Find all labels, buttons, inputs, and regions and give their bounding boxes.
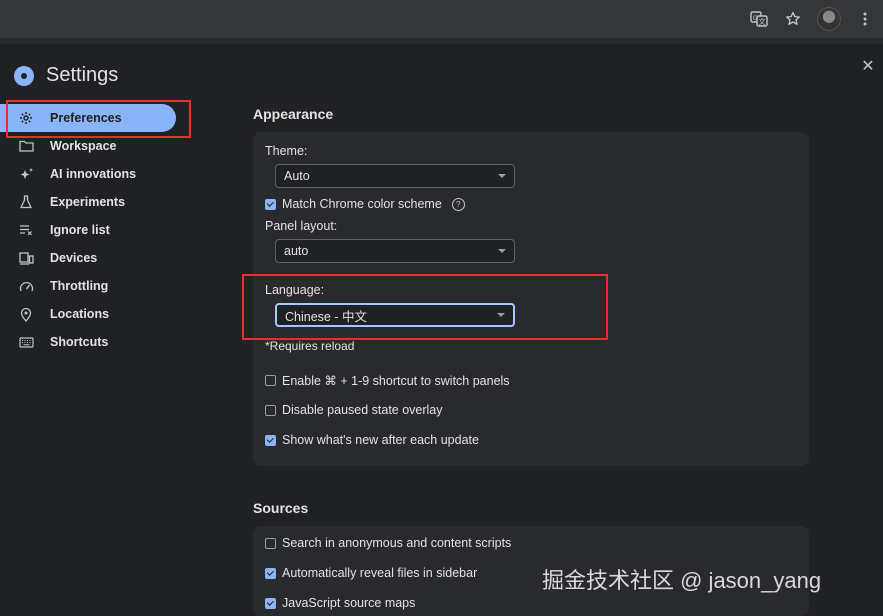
auto-reveal-label: Automatically reveal files in sidebar [282,566,478,580]
enable-shortcut-row: Enable ⌘ + 1-9 shortcut to switch panels [265,369,797,391]
devtools-logo-icon [14,65,34,86]
svg-text:文: 文 [759,17,766,26]
js-source-maps-label: JavaScript source maps [282,596,416,610]
bookmark-star-icon[interactable] [783,9,803,29]
chevron-down-icon [498,249,506,253]
folder-icon [18,138,34,154]
match-color-scheme-label: Match Chrome color scheme [282,197,442,211]
theme-select[interactable]: Auto [275,164,515,188]
sidebar-item-devices[interactable]: Devices [0,244,230,272]
chevron-down-icon [498,174,506,178]
flask-icon [18,194,34,210]
svg-text:G: G [753,15,758,22]
close-icon[interactable]: ✕ [859,58,877,76]
sidebar-item-shortcuts[interactable]: Shortcuts [0,328,230,356]
highlight-box-preferences [6,100,191,138]
disable-paused-label: Disable paused state overlay [282,403,443,417]
show-whats-new-row: Show what's new after each update [265,429,797,451]
sidebar-item-experiments[interactable]: Experiments [0,188,230,216]
settings-panel: ✕ Settings Preferences Workspace AI inno… [0,44,883,616]
keyboard-icon [18,334,34,350]
watermark-text: 掘金技术社区 @ jason_yang [542,568,822,593]
sidebar-item-throttling[interactable]: Throttling [0,272,230,300]
profile-avatar[interactable] [817,7,841,31]
theme-select-value: Auto [284,169,310,183]
requires-reload-note: *Requires reload [265,339,355,353]
show-whats-new-label: Show what's new after each update [282,433,479,447]
settings-sidebar: Preferences Workspace AI innovations Exp… [0,104,230,356]
sidebar-item-ignore-list[interactable]: Ignore list [0,216,230,244]
settings-content: Appearance Theme: Auto Match Chrome colo… [253,104,813,616]
theme-label: Theme: [265,144,308,158]
sidebar-item-label: Shortcuts [50,335,109,349]
panel-layout-label: Panel layout: [265,219,338,233]
sidebar-item-label: Locations [50,307,110,321]
ignore-list-icon [18,222,34,238]
sidebar-item-label: Ignore list [50,223,110,237]
sidebar-item-locations[interactable]: Locations [0,300,230,328]
devices-icon [18,250,34,266]
settings-header: Settings [14,64,118,87]
enable-shortcut-checkbox[interactable] [265,374,276,386]
sidebar-item-label: Experiments [50,195,126,209]
translate-icon[interactable]: 文G [749,9,769,29]
sidebar-item-label: Devices [50,251,98,265]
auto-reveal-checkbox[interactable] [265,567,276,579]
sidebar-item-label: Workspace [50,139,117,153]
sidebar-item-label: Throttling [50,279,109,293]
highlight-box-language [242,274,608,340]
panel-layout-select-value: auto [284,244,309,258]
js-source-maps-checkbox[interactable] [265,597,276,609]
match-color-scheme-row: Match Chrome color scheme ? [265,193,797,215]
search-anonymous-row: Search in anonymous and content scripts [265,532,797,554]
js-source-maps-row: JavaScript source maps [265,592,797,614]
disable-paused-checkbox[interactable] [265,404,276,416]
toolbar-actions: 文G [749,0,883,38]
show-whats-new-checkbox[interactable] [265,434,276,446]
location-pin-icon [18,306,34,322]
sidebar-item-ai-innovations[interactable]: AI innovations [0,160,230,188]
browser-toolbar: 文G [0,0,883,38]
sparkle-icon [18,166,34,182]
search-anonymous-label: Search in anonymous and content scripts [282,536,512,550]
search-anonymous-checkbox[interactable] [265,537,276,549]
enable-shortcut-label: Enable ⌘ + 1-9 shortcut to switch panels [282,373,510,388]
panel-layout-select[interactable]: auto [275,239,515,263]
section-title-sources: Sources [253,500,309,516]
help-icon[interactable]: ? [451,197,465,211]
gauge-icon [18,278,34,294]
more-menu-icon[interactable] [855,9,875,29]
match-color-scheme-checkbox[interactable] [265,198,276,210]
disable-paused-row: Disable paused state overlay [265,399,797,421]
sidebar-item-label: AI innovations [50,167,137,181]
section-title-appearance: Appearance [253,106,334,122]
page-title: Settings [46,64,119,86]
